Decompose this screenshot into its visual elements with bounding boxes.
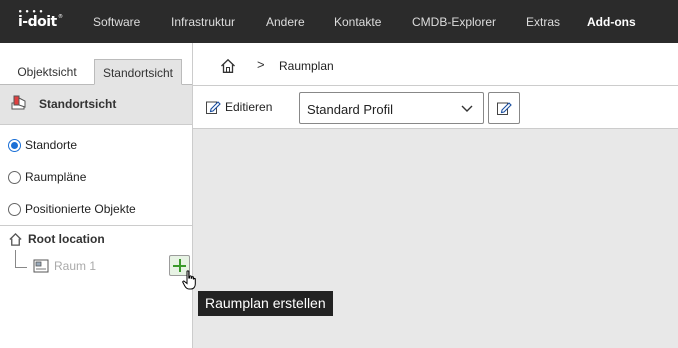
home-icon[interactable] xyxy=(220,58,236,74)
edit-icon xyxy=(206,101,221,114)
tree-node-raum-1[interactable]: Raum 1 xyxy=(33,258,96,274)
edit-button[interactable]: Editieren xyxy=(205,98,272,116)
location-view-icon xyxy=(11,95,26,110)
profile-select[interactable]: Standard Profil xyxy=(299,92,484,124)
i-doit-logo[interactable]: • • • • i-doit ® xyxy=(18,8,63,30)
radio-label: Positionierte Objekte xyxy=(25,202,136,216)
breadcrumb-current[interactable]: Raumplan xyxy=(279,59,334,73)
edit-label: Editieren xyxy=(225,100,273,114)
top-navigation-bar: • • • • i-doit ® Software Infrastruktur … xyxy=(0,0,678,43)
radio-button[interactable] xyxy=(8,202,21,216)
section-header: Standortsicht xyxy=(0,85,192,125)
nav-item-extras[interactable]: Extras xyxy=(526,15,560,29)
nav-item-kontakte[interactable]: Kontakte xyxy=(334,15,381,29)
nav-item-infrastruktur[interactable]: Infrastruktur xyxy=(171,15,235,29)
nav-item-andere[interactable]: Andere xyxy=(266,15,305,29)
tree-node-root-location[interactable]: Root location xyxy=(8,231,105,247)
radio-label: Raumpläne xyxy=(25,170,87,184)
profile-select-value: Standard Profil xyxy=(307,102,393,117)
tree-child-label: Raum 1 xyxy=(54,259,97,273)
chevron-down-icon xyxy=(461,105,473,112)
room-icon xyxy=(33,259,49,273)
nav-item-add-ons[interactable]: Add-ons xyxy=(587,15,636,29)
radio-raumplaene[interactable]: Raumpläne xyxy=(8,168,86,186)
hand-cursor-icon xyxy=(182,270,196,290)
home-icon xyxy=(9,232,22,246)
section-title: Standortsicht xyxy=(39,97,117,111)
tab-standortsicht[interactable]: Standortsicht xyxy=(94,59,182,85)
nav-item-cmdb-explorer[interactable]: CMDB-Explorer xyxy=(412,15,496,29)
edit-profile-button[interactable] xyxy=(488,92,520,124)
tab-objektsicht[interactable]: Objektsicht xyxy=(8,59,86,85)
edit-icon xyxy=(497,102,512,115)
left-sidebar: Objektsicht Standortsicht Standortsicht … xyxy=(0,43,193,348)
tooltip: Raumplan erstellen xyxy=(198,291,333,316)
tree-connector xyxy=(15,250,27,268)
radio-button[interactable] xyxy=(8,170,21,184)
divider xyxy=(0,225,192,226)
radio-label: Standorte xyxy=(25,138,78,152)
radio-button[interactable] xyxy=(8,138,21,152)
breadcrumb-separator: > xyxy=(257,57,265,72)
tree-root-label: Root location xyxy=(28,232,105,246)
toolbar: Editieren Standard Profil xyxy=(193,86,678,129)
breadcrumb: > Raumplan xyxy=(193,43,678,86)
nav-item-software[interactable]: Software xyxy=(93,15,140,29)
radio-standorte[interactable]: Standorte xyxy=(8,136,77,154)
radio-positionierte-objekte[interactable]: Positionierte Objekte xyxy=(8,200,136,218)
view-tabs: Objektsicht Standortsicht xyxy=(0,43,192,85)
